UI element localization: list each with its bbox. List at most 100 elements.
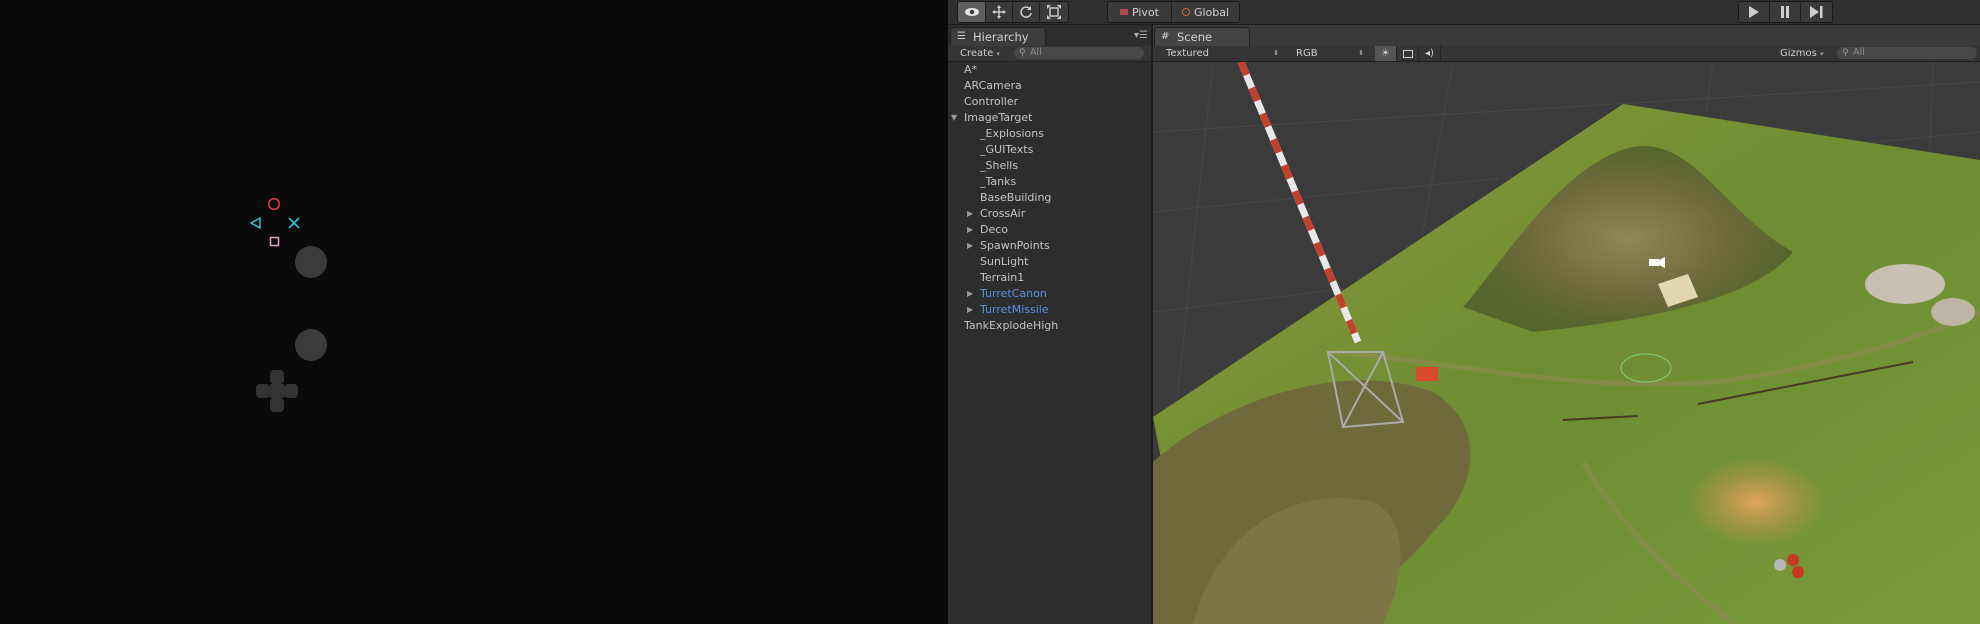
game-view [0,0,948,624]
sun-icon: ☀ [1381,48,1390,59]
hierarchy-search-input[interactable]: ⚲ All [1014,47,1144,59]
triangle-button-icon[interactable] [249,216,262,230]
expanded-arrow-icon[interactable]: ▼ [951,110,957,126]
tab-scene-label: Scene [1177,30,1213,44]
pivot-icon [1119,9,1128,15]
global-button[interactable]: Global [1172,2,1239,22]
hierarchy-item-label: _GUITexts [980,143,1034,156]
hierarchy-item[interactable]: _Shells [980,158,1018,174]
hierarchy-item[interactable]: Controller [964,94,1018,110]
play-button[interactable] [1739,2,1770,22]
chevron-down-icon: ▾ [1820,50,1824,58]
render-mode-label: Textured [1166,48,1209,59]
hierarchy-item[interactable]: SpawnPoints [980,238,1050,254]
hierarchy-item[interactable]: BaseBuilding [980,190,1051,206]
collapsed-arrow-icon[interactable]: ▶ [967,206,973,222]
gizmos-dropdown[interactable]: Gizmos ▾ [1780,47,1830,60]
hierarchy-item[interactable]: TurretCanon [980,286,1047,302]
hierarchy-item[interactable]: Terrain1 [980,270,1024,286]
hierarchy-item[interactable]: A* [964,62,977,78]
channel-dropdown[interactable]: RGB ⬍ [1296,47,1364,60]
circle-button-icon[interactable] [267,197,281,211]
lighting-toggle[interactable]: ☀ [1375,46,1397,61]
hierarchy-item-label: TurretMissile [980,303,1049,316]
tab-scene[interactable]: # Scene [1154,27,1250,46]
step-icon [1810,6,1823,18]
list-icon: ☰ [957,31,966,42]
collapsed-arrow-icon[interactable]: ▶ [967,286,973,302]
move-tool-button[interactable] [986,2,1013,22]
hierarchy-item-label: Deco [980,223,1009,236]
create-dropdown[interactable]: Create ▾ [960,47,1000,61]
hierarchy-item[interactable]: _GUITexts [980,142,1033,158]
hierarchy-item[interactable]: Deco [980,222,1008,238]
audio-toggle[interactable]: ◂) [1419,46,1441,61]
hierarchy-panel: ☰ Hierarchy ▾☰ Create ▾ ⚲ All A* ARCamera… [948,25,1153,624]
updown-icon: ⬍ [1273,49,1279,57]
cross-button-icon[interactable] [287,216,301,230]
render-mode-dropdown[interactable]: Textured ⬍ [1166,47,1279,60]
hierarchy-item[interactable]: _Tanks [980,174,1016,190]
hierarchy-item-label: TankExplodeHigh [964,319,1059,332]
square-button-icon[interactable] [269,236,281,248]
hierarchy-item-label: _Tanks [980,175,1017,188]
left-analog-stick[interactable] [295,329,327,361]
move-icon [992,5,1006,19]
hierarchy-item[interactable]: TankExplodeHigh [964,318,1058,334]
updown-icon: ⬍ [1358,49,1364,57]
hierarchy-item-label: ImageTarget [964,111,1033,124]
rotate-icon [1020,6,1032,18]
hierarchy-item-label: SunLight [980,255,1029,268]
pause-button[interactable] [1770,2,1801,22]
tab-hierarchy-label: Hierarchy [973,30,1029,44]
hierarchy-item[interactable]: CrossAir [980,206,1025,222]
hand-tool-button[interactable] [958,2,986,22]
hierarchy-item[interactable]: SunLight [980,254,1028,270]
hierarchy-item-label: Controller [964,95,1019,108]
unity-editor: Pivot Global ☰ Hierarchy ▾☰ Create ▾ ⚲ A… [948,0,1980,624]
tab-hierarchy[interactable]: ☰ Hierarchy [950,27,1046,46]
hierarchy-item-label: _Explosions [980,127,1044,140]
right-analog-stick[interactable] [295,246,327,278]
global-label: Global [1193,5,1230,19]
hierarchy-item-label: BaseBuilding [980,191,1052,204]
channel-label: RGB [1296,48,1318,59]
image-icon [1402,49,1413,58]
pivot-button[interactable]: Pivot [1108,2,1172,22]
rotate-tool-button[interactable] [1013,2,1040,22]
hierarchy-item[interactable]: ARCamera [964,78,1022,94]
search-icon: ⚲ [1019,48,1026,58]
gizmos-label: Gizmos [1780,48,1817,59]
collapsed-arrow-icon[interactable]: ▶ [967,238,973,254]
eye-icon [964,8,979,16]
hierarchy-item-label: SpawnPoints [980,239,1050,252]
play-controls [1738,1,1833,23]
panel-menu-icon[interactable]: ▾☰ [1134,30,1148,41]
hierarchy-item[interactable]: ImageTarget [964,110,1032,126]
scene-search-placeholder: All [1853,47,1865,58]
scene-viewport[interactable] [1153,62,1980,624]
collapsed-arrow-icon[interactable]: ▶ [967,302,973,318]
scene-subbar: Textured ⬍ RGB ⬍ ☀ ◂) Gizmos ▾ ⚲ All [1153,46,1980,62]
image-toggle[interactable] [1397,46,1419,61]
hierarchy-subbar: Create ▾ ⚲ All [948,46,1151,62]
step-button[interactable] [1801,2,1832,22]
collapsed-arrow-icon[interactable]: ▶ [967,222,973,238]
hierarchy-item-label: _Shells [980,159,1019,172]
create-label: Create [960,48,994,59]
hierarchy-item-label: A* [964,63,978,76]
hierarchy-item[interactable]: TurretMissile [980,302,1049,318]
dpad-icon[interactable] [256,370,298,412]
hierarchy-item[interactable]: _Explosions [980,126,1044,142]
chevron-down-icon: ▾ [996,50,1000,58]
scale-tool-button[interactable] [1040,2,1068,22]
speaker-icon: ◂) [1425,48,1434,59]
scene-panel: # Scene Textured ⬍ RGB ⬍ ☀ ◂) Gizmos ▾ ⚲… [1153,25,1980,624]
main-toolbar: Pivot Global [948,0,1980,25]
pivot-toggle-group: Pivot Global [1107,1,1240,23]
pause-icon [1781,6,1789,18]
scene-search-input[interactable]: ⚲ All [1837,47,1977,59]
hierarchy-search-placeholder: All [1030,47,1042,58]
search-icon: ⚲ [1842,48,1849,58]
play-icon [1749,6,1759,18]
